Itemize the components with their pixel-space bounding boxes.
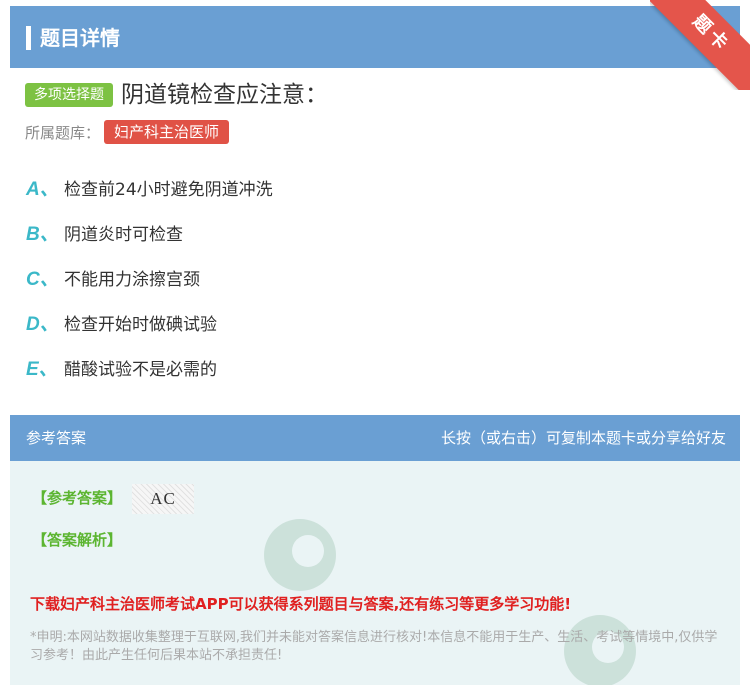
disclaimer: *申明:本网站数据收集整理于互联网,我们并未能对答案信息进行核对!本信息不能用于… [30,630,718,663]
answer-section-title: 参考答案 [26,429,87,447]
question-type-badge: 多项选择题 [25,83,113,107]
copy-share-hint: 长按（或右击）可复制本题卡或分享给好友 [440,429,726,447]
answer-label: 【参考答案】 [32,489,123,507]
option-letter: A、 [26,178,59,200]
bank-tag[interactable]: 妇产科主治医师 [104,120,230,144]
explanation-label: 【答案解析】 [32,531,123,549]
option-letter: D、 [26,313,59,335]
header-accent-bar [26,26,31,50]
watermark-logo-icon [264,519,336,591]
option-letter: E、 [26,358,58,380]
answer-header: 参考答案 长按（或右击）可复制本题卡或分享给好友 [10,415,740,461]
option-text: 检查前24小时避免阴道冲洗 [64,179,273,200]
app-download-promo[interactable]: 下载妇产科主治医师考试APP可以获得系列题目与答案,还有练习等更多学习功能! [30,593,571,614]
page-header: 题目详情 [10,6,740,68]
option-text: 检查开始时做碘试验 [64,314,217,335]
question-text: 阴道镜检查应注意： [121,82,328,108]
bank-label: 所属题库： [25,123,101,142]
option-text: 醋酸试验不是必需的 [64,359,217,380]
answer-value: AC [132,484,194,514]
question-row: 多项选择题 阴道镜检查应注意： [25,80,328,110]
option-letter: B、 [26,223,59,245]
option-c[interactable]: C、 不能用力涂擦宫颈 [26,262,200,292]
answer-panel: 参考答案 长按（或右击）可复制本题卡或分享给好友 【参考答案】 AC 【答案解析… [10,415,740,685]
corner-ribbon[interactable]: 题卡 [650,0,750,90]
page-title: 题目详情 [40,26,120,50]
option-d[interactable]: D、 检查开始时做碘试验 [26,307,217,337]
option-e[interactable]: E、 醋酸试验不是必需的 [26,352,217,382]
option-text: 不能用力涂擦宫颈 [64,269,200,290]
option-b[interactable]: B、 阴道炎时可检查 [26,217,183,247]
option-a[interactable]: A、 检查前24小时避免阴道冲洗 [26,172,273,202]
question-bank-row: 所属题库： 妇产科主治医师 [25,120,230,144]
ribbon-label: 题卡 [650,0,750,90]
option-letter: C、 [26,268,59,290]
option-text: 阴道炎时可检查 [64,224,183,245]
